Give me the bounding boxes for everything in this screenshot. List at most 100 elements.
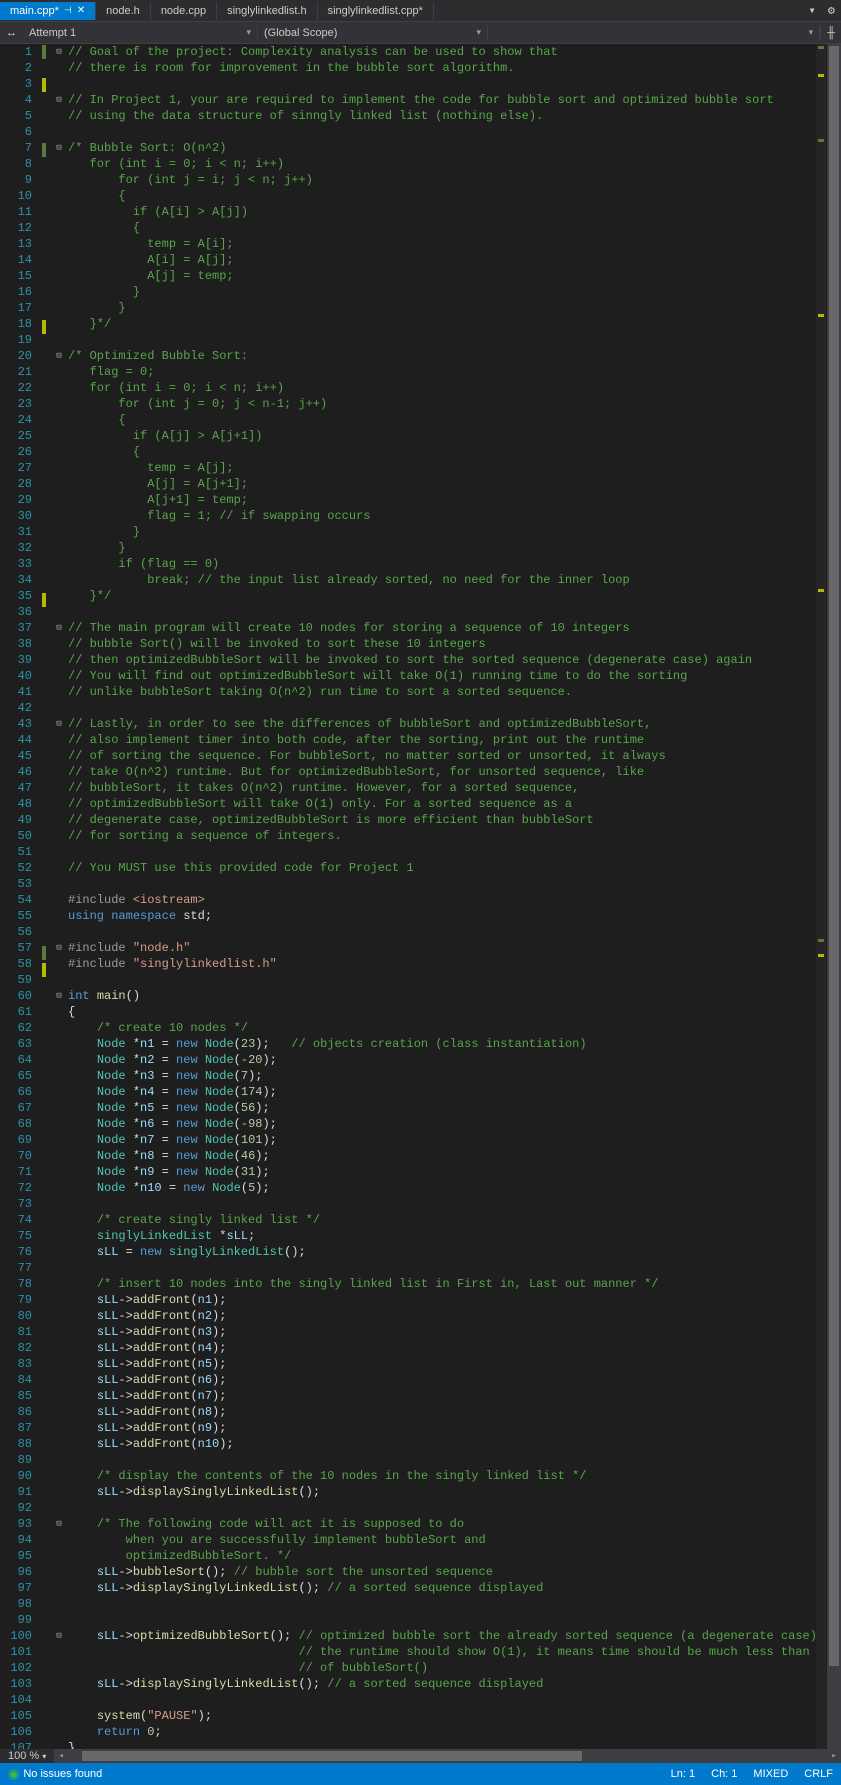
issues-status[interactable]: ◉ No issues found [0, 1763, 110, 1785]
fold-toggle [50, 1420, 68, 1436]
fold-toggle [50, 1724, 68, 1740]
editor[interactable]: 1234567891011121314151617181920212223242… [0, 44, 841, 1749]
project-dropdown[interactable]: Attempt 1 ▾ [23, 25, 258, 41]
fold-column: ⊟ ⊟ ⊟ ⊟ ⊟ ⊟ ⊟ ⊟ ⊟ ⊟ [50, 44, 68, 1749]
gear-icon[interactable]: ⚙ [822, 3, 841, 18]
fold-toggle [50, 1052, 68, 1068]
pin-icon[interactable]: ⊣ [64, 5, 72, 16]
fold-toggle [50, 1324, 68, 1340]
fold-toggle [50, 1612, 68, 1628]
fold-toggle [50, 1180, 68, 1196]
tab-sll-cpp[interactable]: singlylinkedlist.cpp* [318, 2, 434, 20]
fold-toggle [50, 396, 68, 412]
fold-toggle [50, 460, 68, 476]
fold-toggle [50, 780, 68, 796]
fold-toggle [50, 1372, 68, 1388]
fold-toggle[interactable]: ⊟ [50, 716, 68, 732]
fold-toggle [50, 1196, 68, 1212]
fold-toggle [50, 124, 68, 140]
fold-toggle [50, 876, 68, 892]
tab-main-cpp[interactable]: main.cpp* ⊣ ✕ [0, 2, 96, 20]
fold-toggle[interactable]: ⊟ [50, 620, 68, 636]
fold-toggle [50, 892, 68, 908]
fold-toggle [50, 1660, 68, 1676]
fold-toggle [50, 812, 68, 828]
scroll-right-icon[interactable]: ▸ [827, 1751, 841, 1761]
fold-toggle [50, 956, 68, 972]
fold-toggle[interactable]: ⊟ [50, 1628, 68, 1644]
fold-toggle [50, 1532, 68, 1548]
fold-toggle [50, 1164, 68, 1180]
fold-toggle [50, 1244, 68, 1260]
fold-toggle [50, 1084, 68, 1100]
split-window-icon[interactable]: ╫ [820, 27, 841, 39]
fold-toggle [50, 764, 68, 780]
fold-toggle [50, 700, 68, 716]
fold-toggle [50, 572, 68, 588]
fold-toggle [50, 540, 68, 556]
fold-toggle [50, 508, 68, 524]
fold-toggle [50, 1548, 68, 1564]
fold-toggle [50, 316, 68, 332]
horizontal-scrollbar[interactable] [68, 1749, 827, 1763]
check-icon: ◉ [8, 1766, 19, 1782]
vertical-scrollbar[interactable] [827, 44, 841, 1749]
chevron-down-icon: ▾ [246, 27, 251, 38]
fold-toggle [50, 1132, 68, 1148]
fold-toggle[interactable]: ⊟ [50, 940, 68, 956]
fold-toggle [50, 1020, 68, 1036]
fold-toggle [50, 1068, 68, 1084]
fold-toggle [50, 1644, 68, 1660]
fold-toggle[interactable]: ⊟ [50, 140, 68, 156]
fold-toggle[interactable]: ⊟ [50, 44, 68, 60]
fold-toggle [50, 1340, 68, 1356]
fold-toggle [50, 444, 68, 460]
fold-toggle [50, 172, 68, 188]
dropdown-icon[interactable]: ▾ [803, 3, 822, 18]
fold-toggle [50, 1100, 68, 1116]
code-area[interactable]: // Goal of the project: Complexity analy… [68, 44, 841, 1749]
char-indicator[interactable]: Ch: 1 [703, 1763, 745, 1785]
overview-ruler[interactable] [816, 44, 826, 1749]
horizontal-scroll-area: 100 % ▾ ◂ ▸ [0, 1749, 841, 1763]
zoom-level[interactable]: 100 % ▾ [0, 1749, 54, 1763]
fold-toggle [50, 1468, 68, 1484]
eol-indicator[interactable]: CRLF [796, 1763, 841, 1785]
status-bar: ◉ No issues found Ln: 1 Ch: 1 MIXED CRLF [0, 1763, 841, 1785]
fold-toggle [50, 380, 68, 396]
fold-toggle [50, 1388, 68, 1404]
chevron-down-icon: ▾ [809, 27, 814, 38]
member-dropdown[interactable]: ▾ [488, 25, 820, 40]
line-indicator[interactable]: Ln: 1 [663, 1763, 703, 1785]
close-icon[interactable]: ✕ [77, 5, 85, 16]
scrollbar-thumb[interactable] [82, 1751, 582, 1761]
fold-toggle [50, 236, 68, 252]
fold-toggle [50, 828, 68, 844]
chevron-down-icon: ▾ [42, 1752, 46, 1761]
fold-toggle[interactable]: ⊟ [50, 348, 68, 364]
tab-sll-h[interactable]: singlylinkedlist.h [217, 2, 317, 20]
fold-toggle [50, 332, 68, 348]
fold-toggle [50, 1292, 68, 1308]
fold-toggle[interactable]: ⊟ [50, 1516, 68, 1532]
nav-back-icon[interactable]: ↔ [0, 27, 23, 39]
fold-toggle [50, 684, 68, 700]
tab-node-cpp[interactable]: node.cpp [151, 2, 217, 20]
fold-toggle[interactable]: ⊟ [50, 988, 68, 1004]
mode-indicator[interactable]: MIXED [745, 1763, 796, 1785]
fold-toggle [50, 924, 68, 940]
fold-toggle [50, 284, 68, 300]
fold-toggle [50, 428, 68, 444]
fold-toggle [50, 108, 68, 124]
fold-toggle [50, 1564, 68, 1580]
fold-toggle [50, 844, 68, 860]
fold-toggle [50, 204, 68, 220]
scope-dropdown[interactable]: (Global Scope) ▾ [258, 25, 488, 41]
fold-toggle [50, 972, 68, 988]
tab-node-h[interactable]: node.h [96, 2, 151, 20]
line-number-gutter: 1234567891011121314151617181920212223242… [0, 44, 42, 1749]
scroll-left-icon[interactable]: ◂ [54, 1751, 68, 1761]
fold-toggle[interactable]: ⊟ [50, 92, 68, 108]
fold-toggle [50, 1436, 68, 1452]
scrollbar-thumb[interactable] [829, 46, 839, 1666]
